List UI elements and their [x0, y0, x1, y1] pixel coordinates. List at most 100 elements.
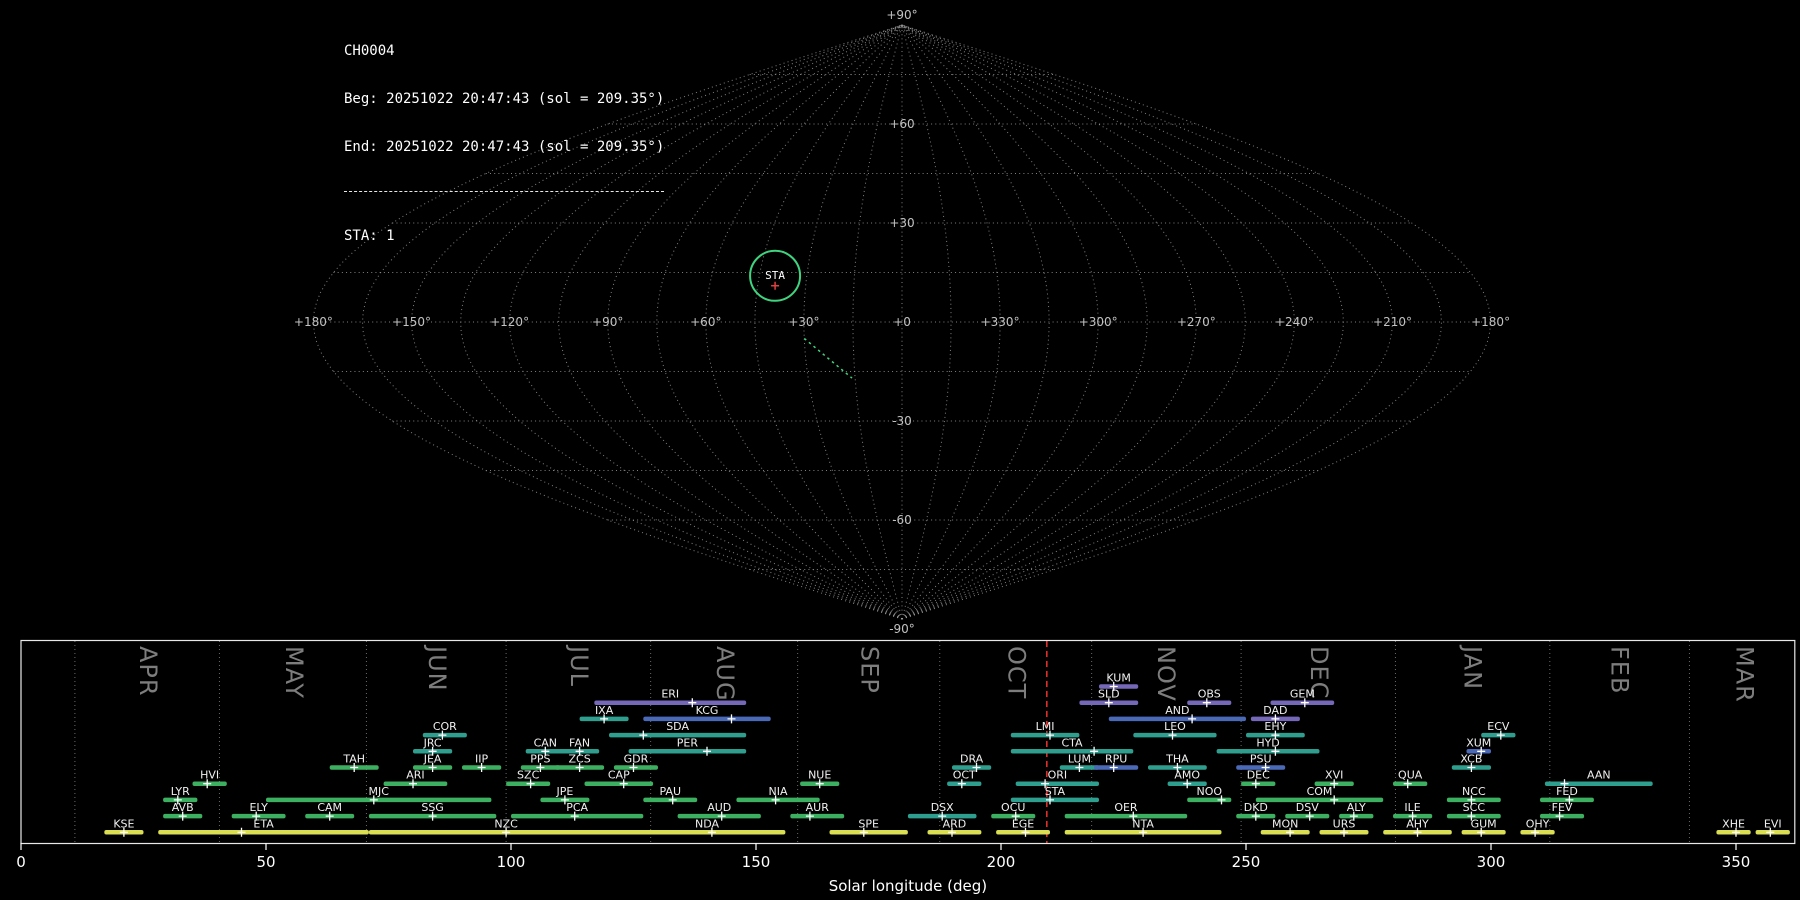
map-longitude-label: +60° [690, 315, 721, 329]
map-latitude-label: +90° [886, 8, 917, 22]
shower-label: NIA [769, 785, 788, 798]
map-meridian-line [755, 25, 902, 619]
shower-label: CAP [608, 769, 630, 782]
shower-label: MON [1272, 817, 1298, 830]
shower-label: COR [433, 720, 457, 733]
shower-label: PER [677, 736, 699, 749]
shower-label: AND [1165, 704, 1189, 717]
shower-bar [629, 830, 786, 835]
month-label: FEB [1605, 646, 1633, 694]
shower-bar [643, 717, 770, 722]
shower-peak-marker [1090, 747, 1098, 756]
shower-label: NZC [494, 817, 518, 830]
shower-bar [158, 830, 369, 835]
shower-label: URS [1333, 817, 1356, 830]
shower-label: HYD [1256, 736, 1279, 749]
shower-label: LMI [1036, 720, 1055, 733]
map-longitude-label: +90° [592, 315, 623, 329]
shower-label: PSU [1250, 753, 1272, 766]
map-longitude-label: +300° [1079, 315, 1118, 329]
shower-label: HVI [200, 769, 219, 782]
shower-label: TAH [342, 753, 365, 766]
shower-label: ORI [1048, 769, 1068, 782]
shower-label: NDA [695, 817, 720, 830]
radiant-code-label: STA [765, 269, 785, 282]
shower-bar [1261, 830, 1310, 835]
shower-label: FAN [569, 736, 590, 749]
month-label: MAR [1730, 646, 1758, 703]
shower-label: NCC [1462, 785, 1486, 798]
shower-label: QUA [1398, 769, 1423, 782]
x-axis-tick-label: 0 [16, 853, 26, 871]
month-label: NOV [1152, 646, 1180, 702]
shower-label: OCU [1001, 801, 1025, 814]
shower-label: SPE [858, 817, 879, 830]
shower-label: DAD [1263, 704, 1287, 717]
shower-label: DRA [960, 753, 984, 766]
shower-label: THA [1165, 753, 1189, 766]
x-axis-tick-label: 100 [497, 853, 526, 871]
shower-label: AAN [1587, 769, 1611, 782]
shower-label: PAU [659, 785, 681, 798]
shower-label: NUE [808, 769, 831, 782]
x-axis-tick-label: 150 [742, 853, 771, 871]
shower-label: DSX [931, 801, 954, 814]
month-label: OCT [1003, 646, 1031, 699]
x-axis-tick-label: 50 [256, 853, 275, 871]
shower-label: IXA [595, 704, 614, 717]
shower-label: EGE [1012, 817, 1034, 830]
x-axis-title: Solar longitude (deg) [829, 877, 987, 895]
shower-label: XUM [1466, 736, 1491, 749]
map-latitude-label: +60 [889, 117, 914, 131]
shower-label: ALY [1347, 801, 1366, 814]
map-longitude-label: +120° [490, 315, 529, 329]
shower-peak-marker [238, 828, 246, 837]
map-meridian-line [363, 25, 903, 619]
month-label: AUG [711, 646, 739, 702]
map-latitude-label: -60 [892, 513, 912, 527]
shower-peak-marker [703, 747, 711, 756]
radiant-drift-trail [804, 339, 852, 379]
shower-label: ILE [1404, 801, 1420, 814]
shower-label: FEV [1552, 801, 1573, 814]
x-axis-tick-label: 250 [1232, 853, 1261, 871]
shower-label: EHY [1264, 720, 1286, 733]
shower-bar [790, 814, 844, 819]
month-label: APR [134, 646, 162, 697]
shower-label: ECV [1487, 720, 1510, 733]
map-longitude-label: +270° [1177, 315, 1216, 329]
shower-label: GDR [624, 753, 649, 766]
shower-label: LEO [1164, 720, 1186, 733]
map-longitude-label: +30° [788, 315, 819, 329]
activity-chart: APRMAYJUNJULAUGSEPOCTNOVDECJANFEBMARKUME… [16, 641, 1795, 896]
shower-label: CAM [317, 801, 342, 814]
shower-label: IIP [475, 753, 488, 766]
x-axis-tick-label: 200 [987, 853, 1016, 871]
shower-label: AUR [806, 801, 830, 814]
shower-label: CTA [1062, 736, 1084, 749]
shower-label: ARD [943, 817, 967, 830]
shower-label: ETA [253, 817, 274, 830]
shower-label: NTA [1132, 817, 1154, 830]
shower-label: JRC [423, 736, 442, 749]
map-longitude-label: +0 [893, 315, 911, 329]
map-longitude-label: +150° [392, 315, 431, 329]
shower-label: DKD [1244, 801, 1268, 814]
shower-label: PPS [530, 753, 550, 766]
shower-label: PCA [566, 801, 588, 814]
shower-bar [830, 830, 908, 835]
shower-label: SSG [421, 801, 444, 814]
shower-label: OER [1114, 801, 1138, 814]
shower-label: OHY [1526, 817, 1550, 830]
shower-label: GEM [1290, 688, 1315, 701]
shower-bar [594, 700, 746, 705]
shower-label: RPU [1105, 753, 1127, 766]
x-axis-tick-label: 350 [1722, 853, 1751, 871]
map-longitude-label: +210° [1373, 315, 1412, 329]
shower-label: SLD [1098, 688, 1120, 701]
shower-label: CAN [534, 736, 557, 749]
shower-bar [1065, 814, 1188, 819]
map-longitude-label: +180° [1471, 315, 1510, 329]
map-latitude-label: -30 [892, 414, 912, 428]
shower-label: NOO [1196, 785, 1222, 798]
